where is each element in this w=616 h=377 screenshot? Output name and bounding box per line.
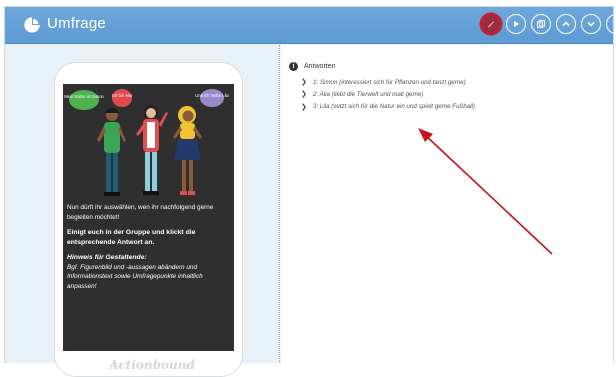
chevron-right-icon: ❯ [301,91,307,99]
preview-panel: Mein Name ist Simon Ich bin Alia Und ich… [7,45,280,377]
copy-icon [537,20,545,28]
edit-icon [488,21,494,28]
pie-chart-icon [24,17,40,33]
panel-title: Umfrage [47,15,106,32]
info-icon: i [289,62,298,71]
panel-header: Umfrage [5,7,616,44]
bubble-lila: Und ich heiße Lila [195,93,229,98]
chevron-up-icon [562,21,570,27]
answer-text: 3: Lila (setzt sich für die Natur ein un… [313,103,475,111]
characters-illustration: Mein Name ist Simon Ich bin Alia Und ich… [64,89,229,196]
answer-text: 1: Simon (interessiert sich für Pflanzen… [313,78,466,86]
trash-icon [613,21,616,28]
answer-item[interactable]: ❯ 2: Alia (liebt die Tierwelt und malt g… [301,88,475,100]
answer-item[interactable]: ❯ 3: Lila (setzt sich für die Natur ein … [301,101,475,113]
play-button[interactable] [506,14,526,34]
chevron-down-icon [587,21,595,27]
chevron-right-icon: ❯ [301,103,307,111]
move-down-button[interactable] [581,14,601,34]
play-icon [514,21,519,27]
chevron-right-icon: ❯ [301,79,307,87]
answer-list: ❯ 1: Simon (interessiert sich für Pflanz… [301,76,475,113]
intro-text: Nun dürft ihr auswählen, wen ihr nachfol… [67,204,214,221]
hint-title: Hinweis für Gestaltende: [67,254,147,261]
answer-item[interactable]: ❯ 1: Simon (interessiert sich für Pflanz… [301,76,475,88]
answers-label: Antworten [304,63,336,70]
answers-panel: i Antworten ❯ 1: Simon (interessiert sic… [281,45,613,363]
hint-text: Bgf. Figurenbild und -aussagen abändern … [67,263,203,290]
copy-button[interactable] [531,14,551,34]
move-up-button[interactable] [556,14,576,34]
answers-header: i Antworten [289,62,336,71]
bubble-simon: Mein Name ist Simon [64,94,104,99]
phone-preview: Mein Name ist Simon Ich bin Alia Und ich… [54,62,243,377]
edit-button[interactable] [481,14,501,34]
survey-editor-panel: Umfrage Mein Name ist Simon Ich bin Alia… [4,6,616,377]
instruction-text: Einigt euch in der Gruppe und klickt die… [67,229,196,246]
bubble-alia: Ich bin Alia [112,93,133,98]
actionbound-watermark: Actionbound [109,358,195,372]
answer-text: 2: Alia (liebt die Tierwelt und malt ger… [313,90,424,98]
phone-screen: Mein Name ist Simon Ich bin Alia Und ich… [63,84,234,351]
delete-button[interactable] [606,14,616,34]
